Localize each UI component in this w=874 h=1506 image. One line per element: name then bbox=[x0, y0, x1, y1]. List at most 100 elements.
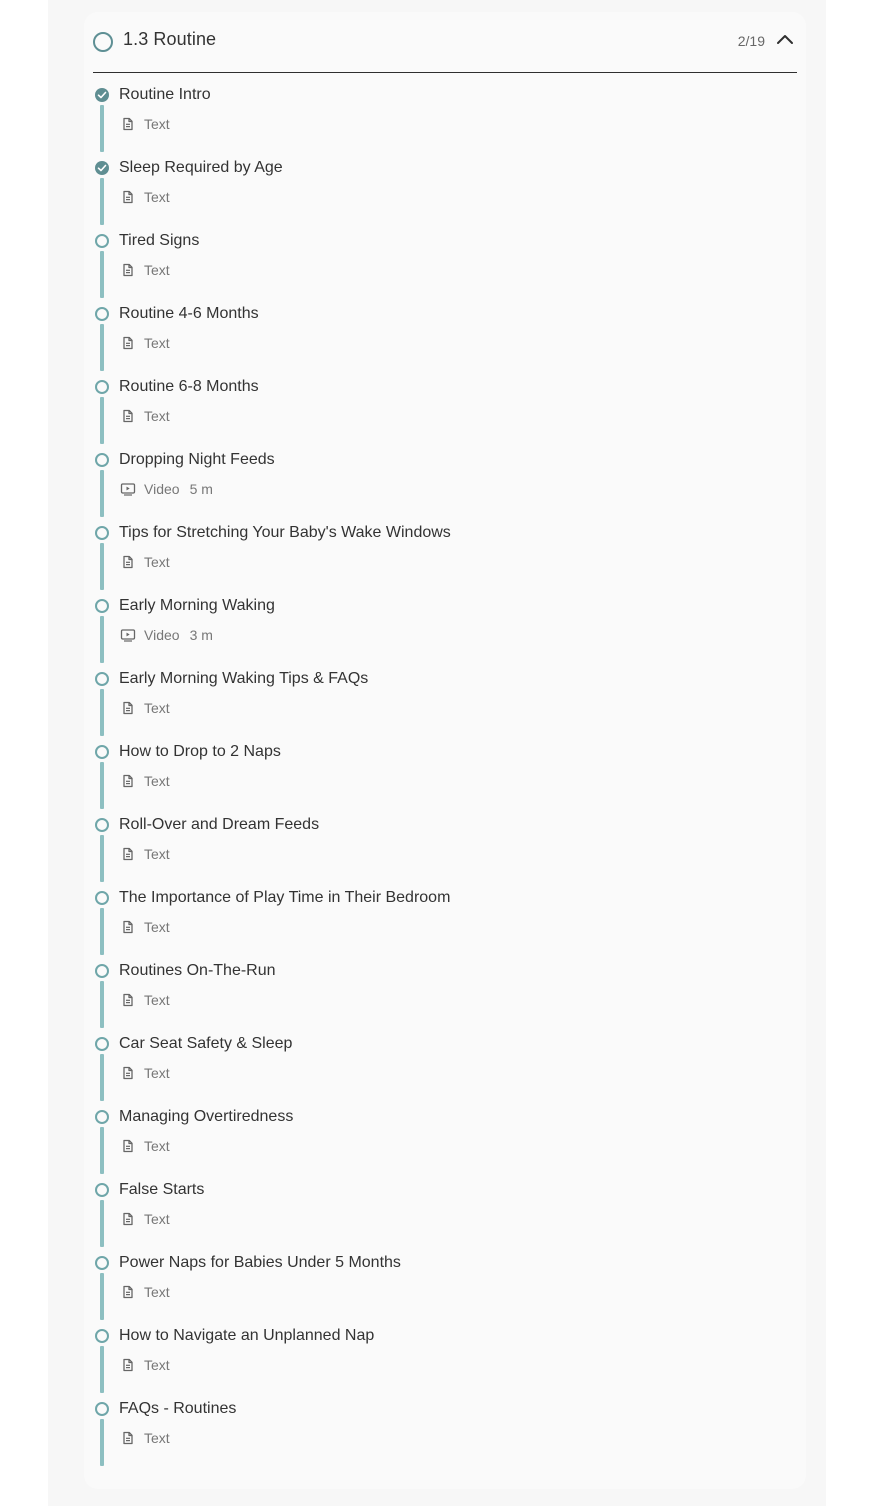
incomplete-circle-icon bbox=[95, 672, 109, 686]
lesson-type: Text bbox=[144, 1284, 170, 1300]
progress-rail bbox=[100, 1127, 104, 1174]
lesson-meta: Text bbox=[120, 554, 170, 570]
lesson-item[interactable]: The Importance of Play Time in Their Bed… bbox=[84, 888, 806, 961]
lesson-type: Text bbox=[144, 554, 170, 570]
document-icon bbox=[120, 1138, 136, 1154]
lesson-title[interactable]: Routine 6-8 Months bbox=[119, 378, 259, 396]
document-icon bbox=[120, 1211, 136, 1227]
lesson-title[interactable]: Routines On-The-Run bbox=[119, 962, 276, 980]
incomplete-circle-icon bbox=[95, 380, 109, 394]
lesson-meta: Text bbox=[120, 1430, 170, 1446]
lesson-title[interactable]: Sleep Required by Age bbox=[119, 159, 283, 177]
section-progress-count: 2/19 bbox=[737, 33, 765, 49]
lesson-meta: Text bbox=[120, 773, 170, 789]
lesson-item[interactable]: Routine 6-8 Months Text bbox=[84, 377, 806, 450]
progress-rail bbox=[100, 470, 104, 517]
lesson-title[interactable]: FAQs - Routines bbox=[119, 1400, 236, 1418]
lesson-type: Text bbox=[144, 262, 170, 278]
document-icon bbox=[120, 1065, 136, 1081]
progress-rail bbox=[100, 616, 104, 663]
lesson-type: Text bbox=[144, 1211, 170, 1227]
lesson-item[interactable]: Routines On-The-Run Text bbox=[84, 961, 806, 1034]
progress-rail bbox=[100, 251, 104, 298]
chevron-up-icon[interactable] bbox=[775, 29, 795, 49]
lesson-meta: Video 5 m bbox=[120, 481, 213, 497]
progress-rail bbox=[100, 543, 104, 590]
lesson-item[interactable]: Routine Intro Text bbox=[84, 85, 806, 158]
document-icon bbox=[120, 700, 136, 716]
lesson-type: Text bbox=[144, 189, 170, 205]
document-icon bbox=[120, 992, 136, 1008]
lesson-item[interactable]: Tips for Stretching Your Baby's Wake Win… bbox=[84, 523, 806, 596]
lesson-meta: Text bbox=[120, 700, 170, 716]
lesson-title[interactable]: The Importance of Play Time in Their Bed… bbox=[119, 889, 450, 907]
section-title: 1.3 Routine bbox=[123, 29, 217, 49]
progress-rail bbox=[100, 981, 104, 1028]
lesson-title[interactable]: Dropping Night Feeds bbox=[119, 451, 275, 469]
lesson-title[interactable]: Early Morning Waking Tips & FAQs bbox=[119, 670, 368, 688]
lesson-title[interactable]: Car Seat Safety & Sleep bbox=[119, 1035, 292, 1053]
incomplete-circle-icon bbox=[95, 891, 109, 905]
incomplete-circle-icon bbox=[95, 1037, 109, 1051]
incomplete-circle-icon bbox=[95, 526, 109, 540]
lesson-item[interactable]: How to Drop to 2 Naps Text bbox=[84, 742, 806, 815]
lesson-title[interactable]: Power Naps for Babies Under 5 Months bbox=[119, 1254, 401, 1272]
lesson-item[interactable]: Early Morning Waking Video 3 m bbox=[84, 596, 806, 669]
lesson-type: Text bbox=[144, 1357, 170, 1373]
section-header[interactable]: 1.3 Routine 2/19 bbox=[93, 12, 797, 73]
lesson-meta: Text bbox=[120, 335, 170, 351]
progress-rail bbox=[100, 1273, 104, 1320]
lesson-meta: Text bbox=[120, 408, 170, 424]
lesson-item[interactable]: False Starts Text bbox=[84, 1180, 806, 1253]
lesson-title[interactable]: How to Drop to 2 Naps bbox=[119, 743, 281, 761]
lesson-type: Text bbox=[144, 773, 170, 789]
progress-rail bbox=[100, 689, 104, 736]
lesson-item[interactable]: FAQs - Routines Text bbox=[84, 1399, 806, 1472]
lesson-type: Text bbox=[144, 408, 170, 424]
lesson-meta: Text bbox=[120, 1138, 170, 1154]
lesson-item[interactable]: Sleep Required by Age Text bbox=[84, 158, 806, 231]
document-icon bbox=[120, 846, 136, 862]
lesson-type: Text bbox=[144, 335, 170, 351]
lesson-type: Text bbox=[144, 116, 170, 132]
progress-rail bbox=[100, 324, 104, 371]
lesson-item[interactable]: Managing Overtiredness Text bbox=[84, 1107, 806, 1180]
lesson-title[interactable]: Tips for Stretching Your Baby's Wake Win… bbox=[119, 524, 451, 542]
lesson-meta: Text bbox=[120, 1065, 170, 1081]
lesson-item[interactable]: Roll-Over and Dream Feeds Text bbox=[84, 815, 806, 888]
document-icon bbox=[120, 919, 136, 935]
lesson-list: Routine Intro Text Sleep Required by Age Te… bbox=[84, 85, 806, 1472]
lesson-meta: Text bbox=[120, 116, 170, 132]
lesson-item[interactable]: Early Morning Waking Tips & FAQs Text bbox=[84, 669, 806, 742]
lesson-title[interactable]: Routine 4-6 Months bbox=[119, 305, 259, 323]
lesson-item[interactable]: Tired Signs Text bbox=[84, 231, 806, 304]
video-icon bbox=[120, 627, 136, 643]
lesson-item[interactable]: Routine 4-6 Months Text bbox=[84, 304, 806, 377]
document-icon bbox=[120, 1284, 136, 1300]
document-icon bbox=[120, 335, 136, 351]
lesson-type: Text bbox=[144, 1430, 170, 1446]
lesson-title[interactable]: Tired Signs bbox=[119, 232, 199, 250]
lesson-title[interactable]: How to Navigate an Unplanned Nap bbox=[119, 1327, 374, 1345]
lesson-type: Text bbox=[144, 1138, 170, 1154]
lesson-item[interactable]: How to Navigate an Unplanned Nap Text bbox=[84, 1326, 806, 1399]
lesson-title[interactable]: False Starts bbox=[119, 1181, 204, 1199]
lesson-item[interactable]: Power Naps for Babies Under 5 Months Text bbox=[84, 1253, 806, 1326]
section-status-circle-icon bbox=[93, 32, 113, 52]
lesson-title[interactable]: Roll-Over and Dream Feeds bbox=[119, 816, 319, 834]
incomplete-circle-icon bbox=[95, 964, 109, 978]
incomplete-circle-icon bbox=[95, 1183, 109, 1197]
lesson-meta: Text bbox=[120, 919, 170, 935]
video-icon bbox=[120, 481, 136, 497]
lesson-title[interactable]: Managing Overtiredness bbox=[119, 1108, 293, 1126]
document-icon bbox=[120, 1430, 136, 1446]
lesson-item[interactable]: Car Seat Safety & Sleep Text bbox=[84, 1034, 806, 1107]
progress-rail bbox=[100, 178, 104, 225]
progress-rail bbox=[100, 908, 104, 955]
lesson-item[interactable]: Dropping Night Feeds Video 5 m bbox=[84, 450, 806, 523]
lesson-meta: Video 3 m bbox=[120, 627, 213, 643]
section-card: 1.3 Routine 2/19 Routine Intro Text Sleep … bbox=[84, 12, 806, 1489]
lesson-title[interactable]: Routine Intro bbox=[119, 86, 211, 104]
incomplete-circle-icon bbox=[95, 307, 109, 321]
lesson-title[interactable]: Early Morning Waking bbox=[119, 597, 275, 615]
